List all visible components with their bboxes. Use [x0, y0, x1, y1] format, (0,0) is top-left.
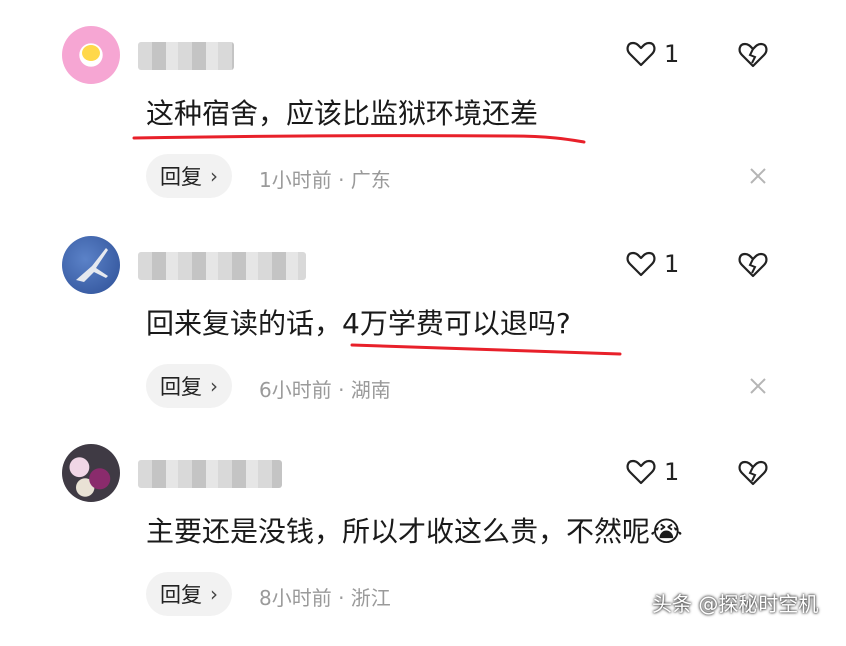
- close-icon: [750, 378, 766, 394]
- heart-icon: [626, 41, 656, 67]
- username-blurred[interactable]: [138, 252, 306, 280]
- username-blurred[interactable]: [138, 42, 234, 70]
- comment-item: 1 回来复读的话，4万学费可以退吗? 回复 › 6小时前 · 湖南: [0, 230, 846, 438]
- avatar[interactable]: [62, 444, 120, 502]
- chevron-right-icon: ›: [210, 582, 218, 606]
- close-button[interactable]: [748, 376, 768, 400]
- comment-text: 回来复读的话，4万学费可以退吗?: [146, 307, 571, 340]
- comment-meta: 1小时前 · 广东: [259, 168, 391, 192]
- reply-button[interactable]: 回复 ›: [146, 364, 232, 408]
- like-button[interactable]: 1: [626, 250, 679, 278]
- reply-label: 回复: [160, 583, 202, 607]
- reply-label: 回复: [160, 375, 202, 399]
- comment-text: 主要还是没钱，所以才收这么贵，不然呢😭: [146, 512, 683, 552]
- chevron-right-icon: ›: [210, 374, 218, 398]
- crying-laughing-emoji-icon: 😭: [650, 515, 683, 548]
- dislike-button[interactable]: [738, 40, 768, 74]
- dislike-button[interactable]: [738, 250, 768, 284]
- reply-button[interactable]: 回复 ›: [146, 154, 232, 198]
- chevron-right-icon: ›: [210, 164, 218, 188]
- broken-heart-icon: [738, 460, 768, 486]
- comment-meta: 8小时前 · 浙江: [259, 586, 391, 610]
- like-button[interactable]: 1: [626, 458, 679, 486]
- watermark: 头条 @探秘时空机: [652, 592, 819, 616]
- broken-heart-icon: [738, 252, 768, 278]
- dislike-button[interactable]: [738, 458, 768, 492]
- broken-heart-icon: [738, 42, 768, 68]
- close-button[interactable]: [748, 166, 768, 190]
- comment-text: 这种宿舍，应该比监狱环境还差: [146, 97, 539, 130]
- comment-meta: 6小时前 · 湖南: [259, 378, 391, 402]
- like-count: 1: [664, 250, 680, 278]
- reply-button[interactable]: 回复 ›: [146, 572, 232, 616]
- like-count: 1: [664, 40, 680, 68]
- like-button[interactable]: 1: [626, 40, 679, 68]
- username-blurred[interactable]: [138, 460, 282, 488]
- heart-icon: [626, 251, 656, 277]
- avatar[interactable]: [62, 26, 120, 84]
- jet-image: [76, 248, 108, 282]
- reply-label: 回复: [160, 165, 202, 189]
- like-count: 1: [664, 458, 680, 486]
- close-icon: [750, 168, 766, 184]
- heart-icon: [626, 459, 656, 485]
- comment-item: 1 这种宿舍，应该比监狱环境还差 回复 › 1小时前 · 广东: [0, 20, 846, 228]
- comment-text-body: 主要还是没钱，所以才收这么贵，不然呢: [146, 515, 651, 548]
- avatar[interactable]: [62, 236, 120, 294]
